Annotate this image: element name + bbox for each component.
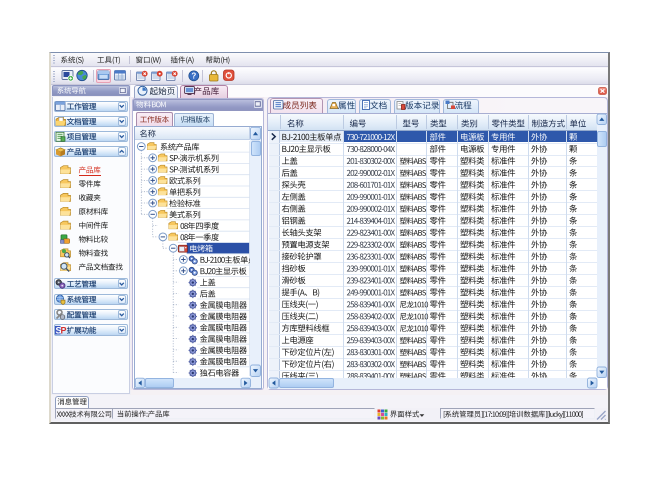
svg-text:?: ? <box>191 72 196 81</box>
